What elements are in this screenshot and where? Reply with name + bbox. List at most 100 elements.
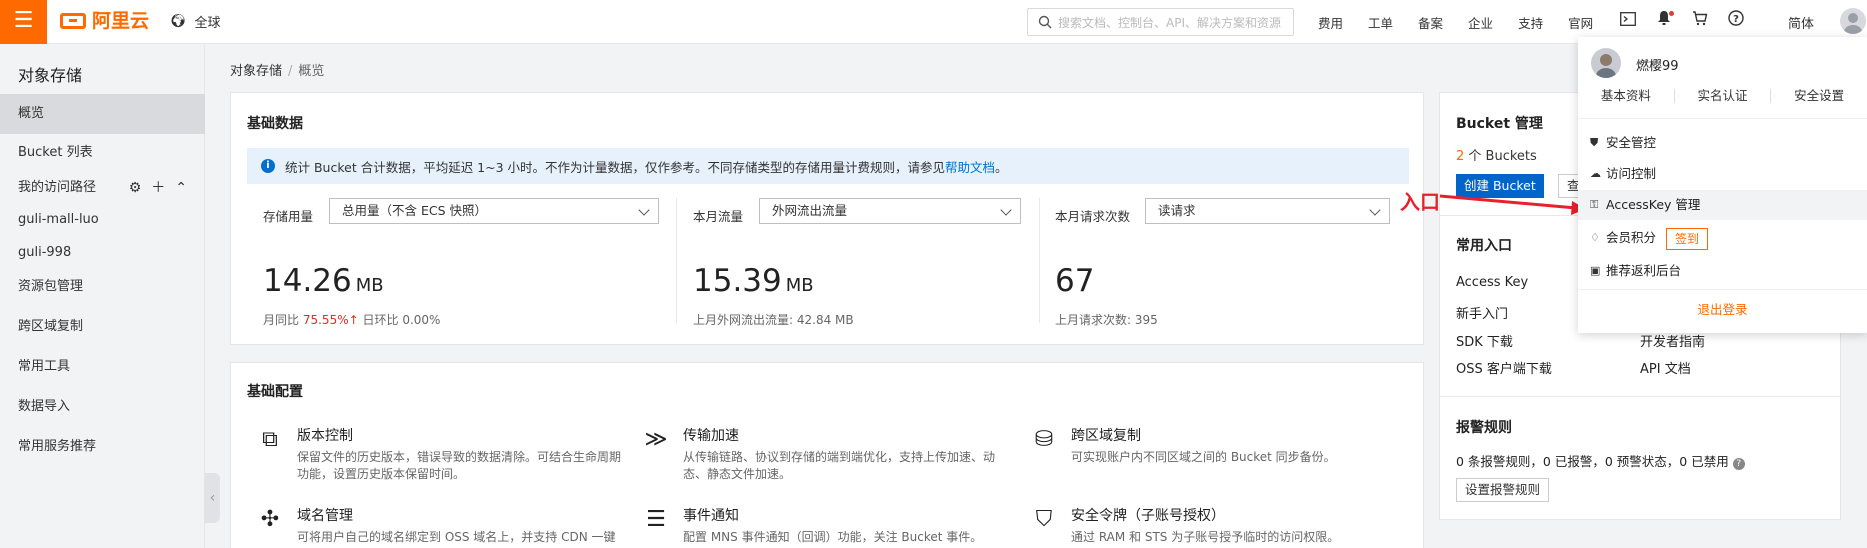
basic-config-title: 基础配置 [247, 384, 303, 400]
language-switch[interactable]: 简体 [1788, 13, 1814, 32]
breadcrumb-root[interactable]: 对象存储 [230, 64, 282, 79]
oss-client-download-link[interactable]: OSS 客户端下载 [1456, 358, 1552, 377]
storage-value: 14.26 MB [263, 263, 384, 299]
storage-comparison: 月同比 75.55%↑ 日环比 0.00% [263, 311, 440, 328]
traffic-metric: 本月流量 外网流出流量 15.39 MB 上月外网流出流量: 42.84 MB [693, 198, 1053, 327]
traffic-type-select[interactable]: 外网流出流量 [759, 198, 1021, 224]
transfer-accel-icon: ≫ [644, 427, 668, 452]
api-doc-link[interactable]: API 文档 [1640, 358, 1691, 377]
sidebar-collapse-handle[interactable]: ‹ [205, 473, 220, 523]
help-icon[interactable]: ? [1732, 458, 1745, 470]
requests-metric: 本月请求次数 读请求 67 上月请求次数: 395 [1055, 198, 1415, 327]
sidebar-item-tools[interactable]: 常用工具 [0, 347, 205, 387]
config-transfer-accel[interactable]: ≫ 传输加速 从传输链路、协议到存储的端到端优化，支持上传加速、动态、静态文件加… [643, 425, 1013, 485]
config-title: 事件通知 [683, 508, 739, 524]
request-type-select[interactable]: 读请求 [1145, 198, 1390, 224]
bell-icon[interactable] [1653, 10, 1675, 32]
menu-label: AccessKey 管理 [1606, 197, 1701, 212]
requests-value: 67 [1055, 263, 1095, 299]
popup-divider [1578, 118, 1867, 119]
config-domain[interactable]: ✣ 域名管理 可将用户自己的域名绑定到 OSS 域名上，并支持 CDN 一键 [257, 505, 627, 548]
dod-label: 日环比 [362, 313, 399, 327]
config-version-control[interactable]: ⧉ 版本控制 保留文件的历史版本，错误导致的数据清除。可结合生命周期功能，设置历… [257, 425, 627, 485]
config-title: 跨区域复制 [1071, 428, 1141, 444]
nav-billing[interactable]: 费用 [1318, 13, 1343, 32]
help-doc-link[interactable]: 帮助文档 [945, 157, 995, 176]
sidebar: 对象存储 概览 Bucket 列表 我的访问路径 ⚙ ＋ ⌃ guli-mall… [0, 44, 205, 548]
config-desc: 配置 MNS 事件通知（回调）功能，关注 Bucket 事件。 [683, 530, 983, 544]
domain-icon: ✣ [260, 507, 280, 532]
cross-region-icon: ⛁ [1034, 427, 1054, 452]
common-entry-title: 常用入口 [1456, 238, 1512, 254]
basic-config-card: 基础配置 ⧉ 版本控制 保留文件的历史版本，错误导致的数据清除。可结合生命周期功… [230, 362, 1424, 548]
nav-tickets[interactable]: 工单 [1368, 13, 1393, 32]
config-desc: 可将用户自己的域名绑定到 OSS 域名上，并支持 CDN 一键 [297, 530, 616, 544]
diamond-icon: ♢ [1590, 231, 1600, 244]
sidebar-item-bucket-list[interactable]: Bucket 列表 [0, 133, 205, 173]
nav-enterprise[interactable]: 企业 [1468, 13, 1493, 32]
menu-access-control[interactable]: ☁ 访问控制 [1578, 159, 1867, 189]
traffic-last-month: 上月外网流出流量: 42.84 MB [693, 313, 854, 327]
getting-started-link[interactable]: 新手入门 [1456, 303, 1508, 322]
mom-label: 月同比 [263, 313, 300, 327]
menu-security-control[interactable]: ⛊ 安全管控 [1578, 128, 1867, 158]
logo-text: 阿里云 [92, 10, 150, 32]
nav-support[interactable]: 支持 [1518, 13, 1543, 32]
popup-divider [1578, 289, 1867, 290]
aliyun-logo[interactable]: 阿里云 [60, 9, 149, 33]
cart-icon[interactable] [1689, 10, 1711, 32]
developer-guide-link[interactable]: 开发者指南 [1640, 331, 1705, 350]
config-event-notify[interactable]: ☰ 事件通知 配置 MNS 事件通知（回调）功能，关注 Bucket 事件。 [643, 505, 1013, 548]
menu-label: 会员积分 [1606, 230, 1657, 245]
region-selector[interactable]: 🌍︎ 全球 [170, 12, 221, 31]
sidebar-item-cross-region[interactable]: 跨区域复制 [0, 307, 205, 347]
storage-type-select[interactable]: 总用量（不含 ECS 快照） [329, 198, 659, 224]
nav-official-site[interactable]: 官网 [1568, 13, 1593, 32]
menu-label: 访问控制 [1606, 166, 1657, 181]
traffic-unit: MB [785, 275, 814, 296]
config-title: 传输加速 [683, 428, 739, 444]
logout-button[interactable]: 退出登录 [1578, 299, 1867, 318]
top-icons: ? [1617, 10, 1747, 32]
set-alarm-button[interactable]: 设置报警规则 [1456, 478, 1550, 502]
sidebar-item-data-import[interactable]: 数据导入 [0, 387, 205, 427]
sidebar-item-label: 我的访问路径 [18, 180, 97, 195]
signin-button[interactable]: 签到 [1666, 227, 1709, 250]
cloud-icon: ☁ [1590, 167, 1601, 180]
annotation-arrow [1439, 194, 1586, 215]
basic-data-card: 基础数据 i 统计 Bucket 合计数据，平均延迟 1~3 小时。不作为计量数… [230, 92, 1424, 345]
config-title: 域名管理 [297, 508, 353, 524]
nav-icp[interactable]: 备案 [1418, 13, 1443, 32]
real-name-auth-link[interactable]: 实名认证 [1675, 89, 1772, 103]
menu-accesskey-management[interactable]: ⚿ AccessKey 管理 [1578, 190, 1867, 220]
menu-member-points[interactable]: ♢ 会员积分 签到 [1578, 221, 1867, 255]
annotation-label: 入口 [1400, 190, 1440, 214]
storage-unit: MB [355, 275, 384, 296]
access-key-link[interactable]: Access Key [1456, 275, 1528, 290]
search-placeholder: 搜索文档、控制台、API、解决方案和资源 [1058, 15, 1281, 30]
user-avatar[interactable] [1840, 8, 1866, 34]
token-icon: ⛉ [1035, 507, 1053, 532]
bucket-mgmt-title: Bucket 管理 [1456, 116, 1543, 132]
menu-referral[interactable]: ▣ 推荐返利后台 [1578, 256, 1867, 286]
security-settings-link[interactable]: 安全设置 [1771, 89, 1867, 103]
traffic-label: 本月流量 [693, 209, 744, 224]
config-cross-region[interactable]: ⛁ 跨区域复制 可实现账户内不同区域之间的 Bucket 同步备份。 [1031, 425, 1401, 485]
config-title: 安全令牌（子账号授权） [1071, 508, 1225, 524]
menu-icon[interactable]: ☰ [0, 0, 47, 44]
terminal-icon[interactable] [1617, 10, 1639, 32]
basic-info-link[interactable]: 基本资料 [1578, 89, 1675, 103]
user-menu-popup: 燃樱99 基本资料 实名认证 安全设置 ⛊ 安全管控 ☁ 访问控制 ⚿ AccessK… [1578, 37, 1867, 333]
storage-metric: 存储用量 总用量（不含 ECS 快照） 14.26 MB 月同比 75.55%↑ … [263, 198, 663, 327]
help-icon[interactable]: ? [1725, 10, 1747, 32]
search-input[interactable]: 搜索文档、控制台、API、解决方案和资源 [1027, 8, 1294, 36]
sidebar-item-services[interactable]: 常用服务推荐 [0, 427, 205, 467]
sdk-download-link[interactable]: SDK 下载 [1456, 331, 1513, 350]
bucket-count: 2 个 Buckets [1456, 145, 1537, 164]
sidebar-item-overview[interactable]: 概览 [0, 94, 205, 134]
config-sts-token[interactable]: ⛉ 安全令牌（子账号授权） 通过 RAM 和 STS 为子账号授予临时的访问权限… [1031, 505, 1401, 548]
sidebar-item-resource-packs[interactable]: 资源包管理 [0, 267, 205, 307]
config-desc: 通过 RAM 和 STS 为子账号授予临时的访问权限。 [1071, 530, 1340, 544]
alarm-rules-title: 报警规则 [1456, 420, 1512, 436]
config-desc: 从传输链路、协议到存储的端到端优化，支持上传加速、动态、静态文件加速。 [683, 450, 996, 481]
